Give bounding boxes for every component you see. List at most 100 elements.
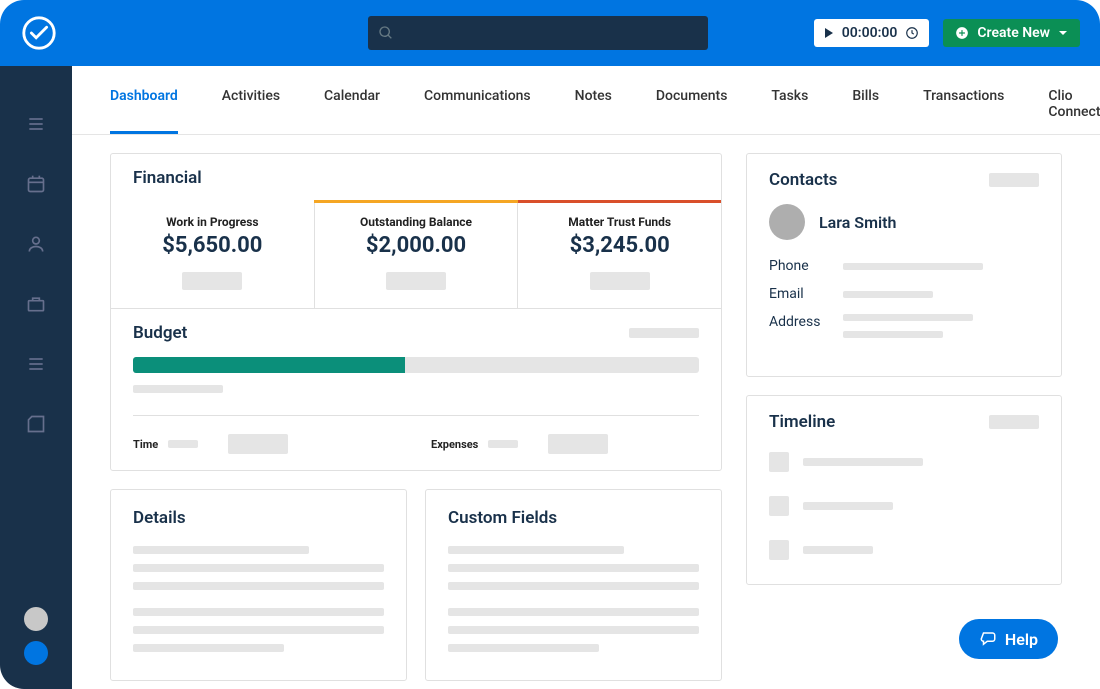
tab-tasks[interactable]: Tasks [771, 88, 808, 134]
placeholder [448, 582, 699, 590]
fin-wip-value: $5,650.00 [121, 233, 304, 258]
help-button[interactable]: Help [959, 619, 1058, 659]
placeholder [448, 626, 699, 634]
contact-email-label: Email [769, 286, 829, 302]
search-input[interactable] [368, 16, 708, 50]
placeholder [803, 502, 893, 510]
fin-trust-label: Matter Trust Funds [528, 215, 711, 229]
budget-section: Budget Time Expenses [111, 308, 721, 470]
sidebar-avatar-gray[interactable] [24, 607, 48, 631]
fin-out-label: Outstanding Balance [325, 215, 508, 229]
sidebar-item-calendar[interactable] [26, 174, 46, 198]
tab-notes[interactable]: Notes [575, 88, 612, 134]
placeholder [803, 546, 873, 554]
placeholder [629, 328, 699, 338]
contacts-card: Contacts Lara Smith Phone Email Address [746, 153, 1062, 377]
placeholder [448, 564, 699, 572]
clock-icon [905, 26, 919, 40]
placeholder [182, 272, 242, 290]
tab-clio-connect[interactable]: Clio Connect [1048, 88, 1100, 134]
plus-circle-icon [955, 26, 969, 40]
placeholder [168, 440, 198, 448]
tab-transactions[interactable]: Transactions [923, 88, 1004, 134]
timeline-item [769, 540, 1039, 560]
sidebar-item-contacts[interactable] [26, 234, 46, 258]
financial-col-wip: Work in Progress $5,650.00 [111, 203, 314, 308]
contact-name: Lara Smith [819, 213, 896, 232]
top-bar: 00:00:00 Create New [0, 0, 1100, 66]
contacts-title: Contacts [769, 170, 837, 190]
placeholder [843, 331, 943, 338]
placeholder [386, 272, 446, 290]
sidebar-item-matters[interactable] [26, 114, 46, 138]
custom-fields-title: Custom Fields [448, 508, 699, 528]
details-card: Details [110, 489, 407, 681]
fin-wip-label: Work in Progress [121, 215, 304, 229]
tab-dashboard[interactable]: Dashboard [110, 88, 178, 134]
app-logo [20, 14, 58, 52]
chat-icon [979, 630, 997, 648]
search-icon [378, 25, 394, 41]
budget-expenses-label: Expenses [431, 438, 478, 451]
budget-progress [133, 357, 699, 373]
timeline-item [769, 496, 1039, 516]
tab-communications[interactable]: Communications [424, 88, 531, 134]
fin-trust-value: $3,245.00 [528, 233, 711, 258]
timeline-card: Timeline [746, 395, 1062, 585]
tab-bar: Dashboard Activities Calendar Communicat… [72, 66, 1100, 135]
placeholder [843, 263, 983, 270]
tab-documents[interactable]: Documents [656, 88, 728, 134]
budget-progress-fill [133, 357, 405, 373]
timeline-icon [769, 452, 789, 472]
contact-address-label: Address [769, 314, 829, 330]
create-new-label: Create New [977, 25, 1050, 41]
tab-calendar[interactable]: Calendar [324, 88, 380, 134]
placeholder [843, 314, 973, 321]
budget-time-label: Time [133, 438, 158, 451]
placeholder [448, 546, 624, 554]
sidebar-item-briefcase[interactable] [26, 294, 46, 318]
timeline-icon [769, 540, 789, 560]
help-label: Help [1005, 630, 1038, 649]
financial-card: Financial Work in Progress $5,650.00 Out… [110, 153, 722, 471]
placeholder [133, 608, 384, 616]
sidebar-item-activities[interactable] [26, 354, 46, 378]
chevron-down-icon [1058, 28, 1068, 38]
placeholder [548, 434, 608, 454]
fin-out-value: $2,000.00 [325, 233, 508, 258]
placeholder [590, 272, 650, 290]
placeholder [133, 626, 384, 634]
contact-phone-label: Phone [769, 258, 829, 274]
sidebar-avatar-blue[interactable] [24, 641, 48, 665]
financial-title: Financial [133, 168, 699, 188]
create-new-button[interactable]: Create New [943, 19, 1080, 47]
timeline-icon [769, 496, 789, 516]
tab-activities[interactable]: Activities [222, 88, 280, 134]
details-title: Details [133, 508, 384, 528]
placeholder [803, 458, 923, 466]
timeline-item [769, 452, 1039, 472]
contact-avatar [769, 204, 805, 240]
placeholder [133, 582, 384, 590]
timer-widget[interactable]: 00:00:00 [814, 19, 930, 47]
timeline-title: Timeline [769, 412, 835, 432]
placeholder [228, 434, 288, 454]
placeholder [989, 415, 1039, 429]
content-area: Dashboard Activities Calendar Communicat… [72, 66, 1100, 689]
placeholder [989, 173, 1039, 187]
play-icon [824, 28, 834, 38]
budget-title: Budget [133, 323, 187, 343]
placeholder [133, 644, 284, 652]
placeholder [133, 385, 223, 393]
sidebar-item-documents[interactable] [26, 414, 46, 438]
custom-fields-card: Custom Fields [425, 489, 722, 681]
financial-col-trust: Matter Trust Funds $3,245.00 [517, 203, 721, 308]
placeholder [448, 644, 599, 652]
timer-value: 00:00:00 [842, 25, 898, 41]
sidebar [0, 66, 72, 689]
tab-bills[interactable]: Bills [852, 88, 879, 134]
placeholder [488, 440, 518, 448]
placeholder [133, 564, 384, 572]
placeholder [133, 546, 309, 554]
financial-col-outstanding: Outstanding Balance $2,000.00 [314, 203, 518, 308]
